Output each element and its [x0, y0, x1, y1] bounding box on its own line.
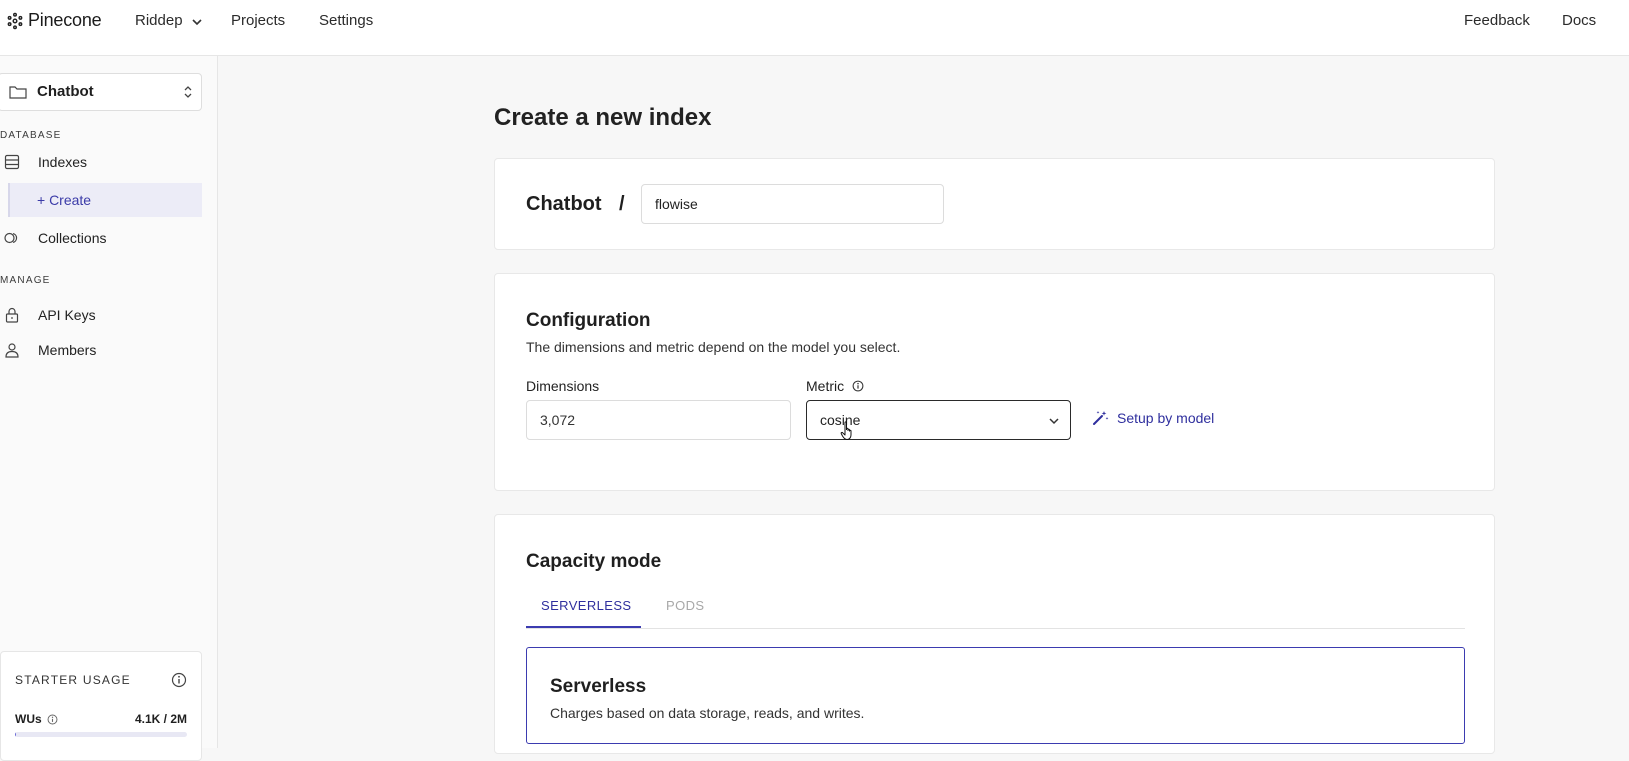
- chevron-updown-icon: [184, 86, 192, 98]
- metric-label-text: Metric: [806, 378, 845, 394]
- lock-icon: [2, 306, 22, 324]
- database-icon: [2, 153, 22, 171]
- index-name-input[interactable]: [641, 184, 944, 224]
- usage-metric: WUs: [15, 712, 58, 726]
- index-project-name: Chatbot: [526, 193, 602, 215]
- sidebar-item-api-keys[interactable]: API Keys: [0, 306, 96, 324]
- usage-value: 4.1K / 2M: [134, 712, 187, 726]
- sidebar-item-indexes[interactable]: Indexes: [0, 153, 87, 171]
- usage-progress-bar: [15, 732, 187, 737]
- nav-docs[interactable]: Docs: [1562, 12, 1596, 29]
- dimensions-input[interactable]: [526, 400, 791, 440]
- usage-title: STARTER USAGE: [15, 673, 131, 687]
- capacity-card: Capacity mode SERVERLESS PODS Serverless…: [494, 514, 1495, 754]
- person-icon: [2, 341, 22, 359]
- sidebar-item-label: API Keys: [38, 307, 96, 323]
- nav-settings[interactable]: Settings: [319, 12, 373, 29]
- starter-usage-panel: STARTER USAGE WUs 4.1K / 2M: [0, 651, 202, 761]
- project-name: Chatbot: [37, 83, 94, 100]
- capacity-tabs: SERVERLESS PODS: [526, 592, 1465, 629]
- dimensions-label: Dimensions: [526, 378, 600, 394]
- sidebar-item-collections[interactable]: Collections: [0, 229, 106, 247]
- configuration-card: Configuration The dimensions and metric …: [494, 273, 1495, 491]
- create-label: + Create: [37, 192, 92, 208]
- usage-metric-label: WUs: [15, 712, 42, 726]
- section-manage: MANAGE: [0, 275, 51, 286]
- collections-icon: [2, 229, 22, 247]
- section-database: DATABASE: [0, 130, 62, 141]
- tab-pods[interactable]: PODS: [666, 598, 704, 613]
- brand-name: Pinecone: [28, 10, 102, 30]
- setup-by-model-link[interactable]: Setup by model: [1091, 409, 1214, 427]
- folder-icon: [9, 86, 27, 99]
- sidebar-item-label: Members: [38, 342, 97, 358]
- configuration-description: The dimensions and metric depend on the …: [526, 339, 901, 355]
- sidebar: Chatbot DATABASE Indexes + Create Collec…: [0, 56, 218, 761]
- info-icon[interactable]: [171, 672, 187, 688]
- active-tab-indicator: [526, 626, 641, 628]
- chevron-down-icon: [1049, 418, 1059, 425]
- sidebar-item-label: Indexes: [38, 154, 88, 170]
- nav-feedback[interactable]: Feedback: [1464, 12, 1530, 29]
- index-name-card: Chatbot /: [494, 158, 1495, 250]
- info-icon[interactable]: [47, 714, 58, 725]
- sidebar-item-create[interactable]: + Create: [8, 183, 202, 217]
- magic-wand-icon: [1093, 411, 1109, 425]
- configuration-title: Configuration: [526, 310, 651, 331]
- serverless-title: Serverless: [550, 676, 647, 697]
- metric-label: Metric: [806, 378, 864, 394]
- org-switcher[interactable]: Riddep: [135, 12, 203, 29]
- page-title: Create a new index: [494, 104, 712, 131]
- chevron-down-icon: [191, 18, 202, 25]
- top-nav: Pinecone Riddep Projects Settings Feedba…: [0, 0, 1629, 56]
- sidebar-item-label: Collections: [38, 230, 107, 246]
- org-name: Riddep: [135, 12, 183, 29]
- metric-select[interactable]: cosine: [806, 400, 1071, 440]
- path-separator: /: [619, 193, 625, 215]
- info-icon[interactable]: [852, 380, 864, 392]
- nav-projects[interactable]: Projects: [231, 12, 285, 29]
- capacity-title: Capacity mode: [526, 551, 662, 572]
- hand-cursor-icon: [840, 421, 852, 440]
- usage-progress-fill: [15, 732, 17, 737]
- project-selector[interactable]: Chatbot: [0, 73, 202, 111]
- sidebar-item-members[interactable]: Members: [0, 341, 96, 359]
- serverless-option[interactable]: Serverless Charges based on data storage…: [526, 647, 1465, 744]
- setup-by-model-label: Setup by model: [1117, 410, 1215, 426]
- serverless-description: Charges based on data storage, reads, an…: [550, 705, 865, 721]
- tab-serverless[interactable]: SERVERLESS: [541, 598, 631, 613]
- pinecone-logo-icon: [7, 12, 23, 29]
- pinecone-logo[interactable]: Pinecone: [6, 10, 102, 31]
